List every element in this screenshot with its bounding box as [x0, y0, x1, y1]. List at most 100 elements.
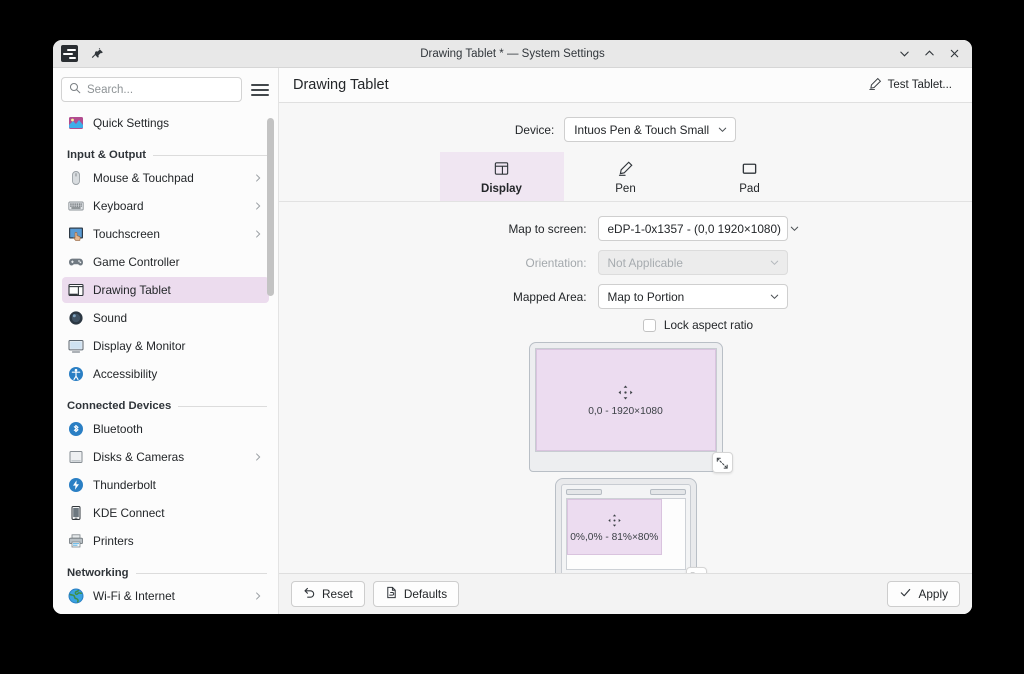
sidebar-item-mouse-touchpad[interactable]: Mouse & Touchpad [62, 165, 269, 191]
device-selector-row: Device: Intuos Pen & Touch Small [279, 103, 972, 152]
gamepad-icon [67, 254, 84, 271]
pen-icon [868, 77, 882, 94]
pin-icon[interactable] [88, 44, 107, 63]
sidebar-scrollbar[interactable] [267, 118, 274, 606]
thunderbolt-icon [67, 477, 84, 494]
tablet-selection-rect[interactable]: 0%,0% - 81%×80% [567, 499, 663, 555]
tablet-preview-surface[interactable]: 0%,0% - 81%×80% [566, 498, 686, 570]
settings-sliders-icon[interactable] [60, 44, 79, 63]
tablet-express-keys [566, 489, 686, 495]
defaults-button[interactable]: Defaults [373, 581, 459, 607]
chevron-right-icon [253, 229, 263, 239]
screen-selection-rect[interactable]: 0,0 - 1920×1080 [536, 349, 716, 451]
chevron-right-icon [253, 591, 263, 601]
screen-preview-surface[interactable]: 0,0 - 1920×1080 [535, 348, 717, 452]
tablet-selection-label: 0%,0% - 81%×80% [570, 532, 658, 543]
apply-label: Apply [918, 587, 948, 601]
sidebar-item-quick-settings[interactable]: Quick Settings [62, 110, 269, 136]
tablet-express-key-left[interactable] [566, 489, 602, 495]
mapped-area-combobox[interactable]: Map to Portion [598, 284, 788, 309]
search-icon [69, 81, 81, 99]
lock-aspect-ratio-checkbox[interactable] [643, 319, 656, 332]
settings-scroll-area: Device: Intuos Pen & Touch Small [279, 103, 972, 573]
disk-icon [67, 449, 84, 466]
maximize-button[interactable] [918, 44, 940, 64]
sidebar-item-label: KDE Connect [93, 506, 263, 520]
test-tablet-label: Test Tablet... [888, 79, 952, 91]
sidebar-item-game-controller[interactable]: Game Controller [62, 249, 269, 275]
sidebar-item-label: Disks & Cameras [93, 450, 244, 464]
apply-button[interactable]: Apply [887, 581, 960, 607]
chevron-right-icon [253, 173, 263, 183]
map-to-screen-combobox[interactable]: eDP-1-0x1357 - (0,0 1920×1080) [598, 216, 788, 241]
window-body: Search... Quick Settings Input & Output Mo… [53, 68, 972, 614]
lock-aspect-ratio-row[interactable]: Lock aspect ratio [643, 318, 753, 332]
tablet-preview[interactable]: 0%,0% - 81%×80% [555, 478, 697, 573]
defaults-label: Defaults [404, 587, 447, 601]
sidebar-item-label: Bluetooth [93, 422, 263, 436]
check-icon [899, 586, 912, 602]
search-input[interactable]: Search... [61, 77, 242, 102]
pen-tab-icon [617, 159, 634, 178]
sidebar-item-display-monitor[interactable]: Display & Monitor [62, 333, 269, 359]
mapped-area-value: Map to Portion [608, 290, 761, 304]
tablet-resize-handle[interactable] [686, 567, 707, 573]
move-arrows-icon[interactable] [605, 511, 623, 529]
system-settings-window: Drawing Tablet * — System Settings [53, 40, 972, 614]
sidebar-item-sound[interactable]: Sound [62, 305, 269, 331]
sidebar-item-touchscreen[interactable]: Touchscreen [62, 221, 269, 247]
printer-icon [67, 533, 84, 550]
sidebar-item-label: Printers [93, 534, 263, 548]
document-revert-icon [385, 586, 398, 602]
sidebar-item-bluetooth[interactable]: Bluetooth [62, 416, 269, 442]
screen-resize-handle[interactable] [712, 452, 733, 473]
map-to-screen-row: Map to screen: eDP-1-0x1357 - (0,0 1920×… [464, 216, 788, 241]
sidebar-item-wi-fi-internet[interactable]: Wi-Fi & Internet [62, 583, 269, 609]
desktop-background: Drawing Tablet * — System Settings [0, 0, 1024, 674]
undo-icon [303, 586, 316, 602]
tab-pen[interactable]: Pen [564, 152, 688, 201]
sidebar-item-label: Sound [93, 311, 263, 325]
main-header: Drawing Tablet Test Tablet... [279, 68, 972, 103]
chevron-right-icon [253, 452, 263, 462]
drawing-tablet-icon [67, 282, 84, 299]
tab-bar: Display Pen Pad [279, 152, 972, 202]
sidebar-item-label: Drawing Tablet [93, 283, 263, 297]
mapped-area-label: Mapped Area: [464, 290, 598, 304]
sidebar-item-keyboard[interactable]: Keyboard [62, 193, 269, 219]
sidebar-item-kde-connect[interactable]: KDE Connect [62, 500, 269, 526]
device-combobox[interactable]: Intuos Pen & Touch Small [564, 117, 736, 142]
tablet-express-key-right[interactable] [650, 489, 686, 495]
search-placeholder: Search... [87, 84, 133, 96]
chevron-right-icon [253, 201, 263, 211]
sidebar: Search... Quick Settings Input & Output Mo… [53, 68, 279, 614]
move-arrows-icon[interactable] [617, 384, 635, 402]
sidebar-group-networking: Networking [62, 556, 269, 583]
orientation-row: Orientation: Not Applicable [464, 250, 788, 275]
sidebar-item-accessibility[interactable]: Accessibility [62, 361, 269, 387]
close-button[interactable] [943, 44, 965, 64]
lock-aspect-ratio-label: Lock aspect ratio [664, 318, 753, 332]
quick-settings-icon [67, 115, 84, 132]
sidebar-item-label: Display & Monitor [93, 339, 263, 353]
screen-preview[interactable]: 0,0 - 1920×1080 [529, 342, 723, 472]
sidebar-item-drawing-tablet[interactable]: Drawing Tablet [62, 277, 269, 303]
sidebar-item-label: Quick Settings [93, 116, 263, 130]
window-titlebar[interactable]: Drawing Tablet * — System Settings [53, 40, 972, 68]
sidebar-item-label: Game Controller [93, 255, 263, 269]
main-content: Drawing Tablet Test Tablet... Device: In… [279, 68, 972, 614]
sidebar-group-label: Input & Output [67, 149, 146, 161]
chevron-down-icon [717, 124, 728, 135]
reset-button[interactable]: Reset [291, 581, 365, 607]
tab-pad[interactable]: Pad [688, 152, 812, 201]
sidebar-item-disks-cameras[interactable]: Disks & Cameras [62, 444, 269, 470]
sidebar-navigation[interactable]: Quick Settings Input & Output Mouse & Touc… [53, 110, 278, 614]
display-tab-icon [493, 159, 510, 178]
tab-display[interactable]: Display [440, 152, 564, 201]
sidebar-item-thunderbolt[interactable]: Thunderbolt [62, 472, 269, 498]
sidebar-item-printers[interactable]: Printers [62, 528, 269, 554]
test-tablet-button[interactable]: Test Tablet... [862, 73, 958, 98]
sidebar-scrollbar-thumb[interactable] [267, 118, 274, 296]
minimize-button[interactable] [893, 44, 915, 64]
hamburger-menu-icon[interactable] [250, 80, 270, 100]
